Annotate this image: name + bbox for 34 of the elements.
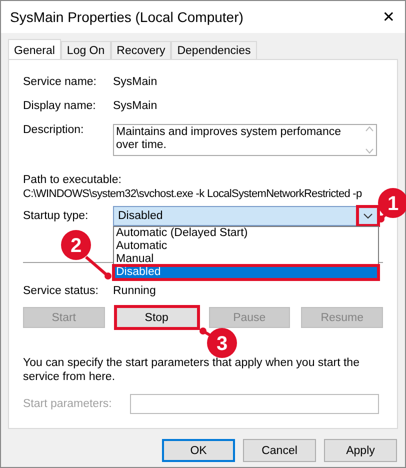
dropdown-option[interactable]: Automatic: [114, 240, 378, 253]
dropdown-option[interactable]: Automatic (Delayed Start): [114, 227, 378, 240]
field-label: Startup type:: [23, 210, 90, 222]
close-button[interactable]: ✕: [382, 8, 395, 26]
dropdown-option[interactable]: Disabled: [114, 266, 378, 279]
description-box[interactable]: Maintains and improves system perfomance over time.: [113, 124, 377, 156]
tab[interactable]: General: [8, 39, 61, 60]
dialog-button[interactable]: Apply: [324, 439, 397, 462]
field-label: Start parameters:: [23, 398, 113, 410]
service-button[interactable]: Stop: [116, 307, 198, 328]
field-label: Service name:: [23, 76, 98, 88]
tab[interactable]: Log On: [60, 41, 111, 59]
tab[interactable]: Recovery: [110, 41, 172, 59]
window-title: SysMain Properties (Local Computer): [10, 9, 244, 25]
field-label: Service status:: [23, 285, 100, 297]
input-field[interactable]: [130, 394, 379, 414]
dialog-button[interactable]: Cancel: [243, 439, 316, 462]
startup-type-dropdown[interactable]: Disabled: [113, 206, 379, 226]
dialog-button[interactable]: OK: [162, 439, 235, 462]
field-value: SysMain: [113, 100, 158, 112]
path-text: C:\WINDOWS\system32\svchost.exe -k LocalSystemNetworkRestricted -p: [23, 188, 362, 200]
field-label: Description:: [23, 124, 85, 138]
field-value: SysMain: [113, 76, 158, 88]
help-text: You can specify the start parameters that apply when you start the service from here.: [23, 356, 360, 384]
field-value: Running: [113, 285, 156, 297]
field-label: Path to executable:: [23, 174, 122, 186]
arrow: [85, 256, 112, 280]
step-number-badge: 3: [207, 328, 237, 358]
step-number-badge: 2: [61, 230, 91, 260]
chevron-icon[interactable]: [358, 207, 378, 225]
step-number-badge: 1: [378, 188, 406, 218]
tab[interactable]: Dependencies: [171, 41, 257, 59]
dropdown-option[interactable]: Manual: [114, 253, 378, 266]
field-label: Display name:: [23, 100, 97, 112]
